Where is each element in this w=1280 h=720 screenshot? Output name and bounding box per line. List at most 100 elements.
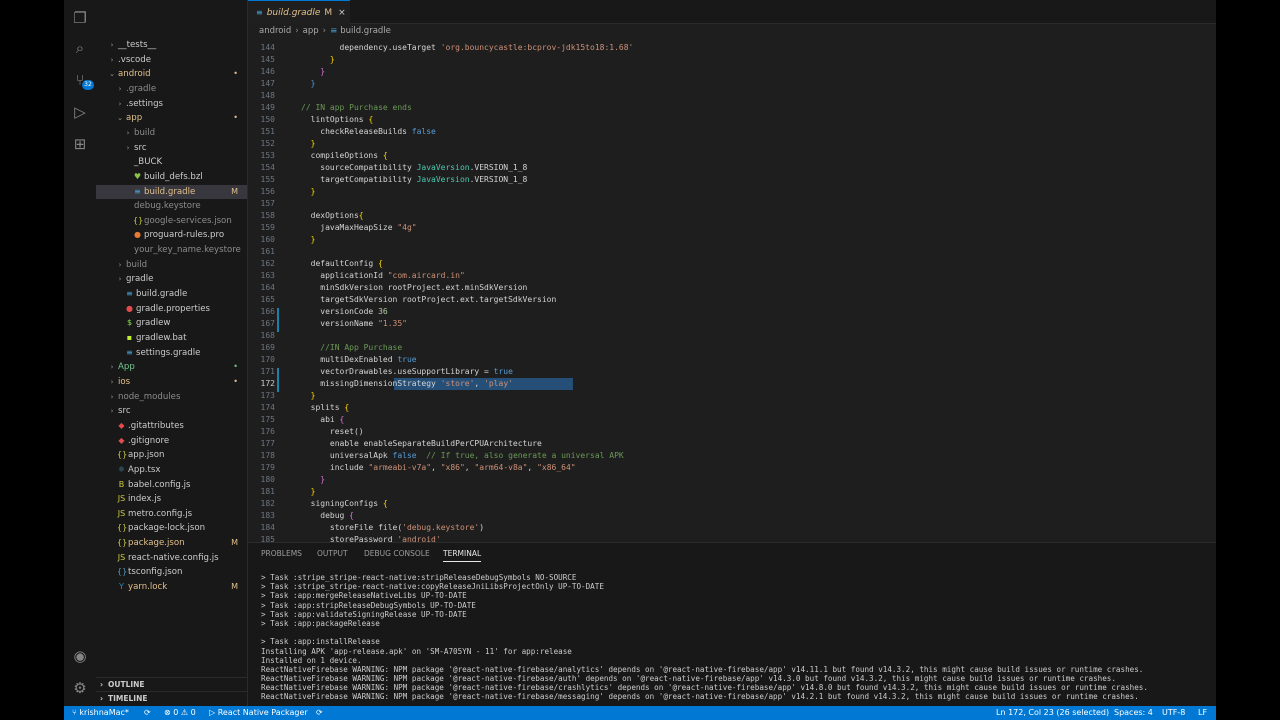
account-icon[interactable]: ◉ <box>70 646 90 666</box>
tree-item[interactable]: › App • <box>96 360 247 375</box>
warning-count: 0 <box>190 708 196 717</box>
tree-item[interactable]: › build <box>96 126 247 141</box>
line-number: 185 <box>260 535 275 542</box>
line-number: 173 <box>260 391 275 400</box>
tree-item[interactable]: JS metro.config.js <box>96 507 247 522</box>
code-text: dexOptions{ <box>301 211 364 220</box>
code-line: 150 lintOptions { <box>248 114 1216 126</box>
branch-status[interactable]: ⑂ krishnaMac* <box>72 706 129 720</box>
line-number: 166 <box>260 307 275 316</box>
tree-item[interactable]: ≡ build.gradle M <box>96 184 247 200</box>
tree-item[interactable]: ● proguard-rules.pro <box>96 228 247 243</box>
tree-item[interactable]: ▪ gradlew.bat <box>96 331 247 346</box>
tree-item[interactable]: {} package-lock.json <box>96 521 247 536</box>
code-text: } <box>301 79 316 88</box>
chevron-right-icon: › <box>110 377 114 386</box>
tree-item[interactable]: › build <box>96 258 247 273</box>
line-number: 181 <box>260 487 275 496</box>
refresh-icon[interactable]: ⟳ <box>316 706 323 720</box>
tab-terminal[interactable]: TERMINAL <box>443 549 482 562</box>
source-control-icon[interactable]: ⑂ 32 <box>70 70 94 90</box>
breadcrumb-item[interactable]: app <box>303 26 319 36</box>
code-line: 156 } <box>248 186 1216 198</box>
panel-tabs: PROBLEMS OUTPUT DEBUG CONSOLE TERMINAL <box>248 543 1216 565</box>
tree-item[interactable]: › __tests__ <box>96 38 247 53</box>
tree-item[interactable]: your_key_name.keystore <box>96 243 247 258</box>
file-type-icon: JS <box>117 508 126 518</box>
tab-build-gradle[interactable]: ≡ build.gradle M × <box>248 0 350 24</box>
settings-gear-icon[interactable]: ⚙ <box>70 678 90 698</box>
tree-item[interactable]: › .gradle <box>96 82 247 97</box>
code-line: 180 } <box>248 474 1216 486</box>
tree-item[interactable]: {} app.json <box>96 448 247 463</box>
tab-output[interactable]: OUTPUT <box>317 549 348 558</box>
tab-debug-console[interactable]: DEBUG CONSOLE <box>364 549 430 558</box>
tree-item[interactable]: ≡ build.gradle <box>96 287 247 302</box>
problems-status[interactable]: ⊗ 0 ⚠ 0 <box>164 706 196 720</box>
git-status-badge: • <box>233 113 238 123</box>
close-icon[interactable]: × <box>338 8 346 18</box>
cursor-position[interactable]: Ln 172, Col 23 (26 selected) <box>996 706 1109 720</box>
tree-item[interactable]: › .settings <box>96 97 247 112</box>
chevron-right-icon: › <box>126 143 130 152</box>
file-type-icon: ◆ <box>118 420 125 430</box>
line-number: 178 <box>260 451 275 460</box>
file-type-icon: ▪ <box>126 333 133 342</box>
encoding[interactable]: UTF-8 <box>1162 706 1185 720</box>
timeline-section[interactable]: › TIMELINE <box>96 691 247 705</box>
code-text: } <box>301 67 326 76</box>
tree-item[interactable]: {} google-services.json <box>96 214 247 229</box>
terminal-line: ReactNativeFirebase WARNING: NPM package… <box>261 692 1139 702</box>
line-endings[interactable]: LF <box>1198 706 1207 720</box>
code-line: 145 } <box>248 54 1216 66</box>
tree-item[interactable]: ◆ .gitignore <box>96 434 247 449</box>
code-line: 167 versionName "1.35" <box>248 318 1216 330</box>
search-icon[interactable]: ⌕ <box>70 38 90 58</box>
packager-status[interactable]: ▷ React Native Packager <box>209 706 308 720</box>
tree-item-label: gradle.properties <box>136 303 210 314</box>
code-text: vectorDrawables.useSupportLibrary = true <box>301 367 513 376</box>
run-debug-icon[interactable]: ▷ <box>70 102 90 122</box>
terminal-line: ReactNativeFirebase WARNING: NPM package… <box>261 683 1148 693</box>
line-number: 152 <box>260 139 275 148</box>
branch-label: krishnaMac* <box>79 708 129 717</box>
extensions-icon[interactable]: ⊞ <box>70 134 90 154</box>
terminal-output[interactable]: > Task :stripe_stripe-react-native:strip… <box>261 573 1211 702</box>
outline-section[interactable]: › OUTLINE <box>96 677 247 691</box>
tree-item[interactable]: {} package.json M <box>96 536 247 551</box>
file-type-icon: JS <box>117 552 126 562</box>
tree-item[interactable]: $ gradlew <box>96 316 247 331</box>
code-editor[interactable]: 144 dependency.useTarget 'org.bouncycast… <box>248 38 1216 542</box>
tree-item[interactable]: ⌄ app • <box>96 111 247 126</box>
tree-item[interactable]: › src <box>96 404 247 419</box>
tree-item[interactable]: ◆ .gitattributes <box>96 419 247 434</box>
tree-item[interactable]: JS index.js <box>96 492 247 507</box>
tree-item[interactable]: › ios • <box>96 375 247 390</box>
tree-item[interactable]: debug.keystore <box>96 199 247 214</box>
tab-problems[interactable]: PROBLEMS <box>261 549 302 558</box>
indentation[interactable]: Spaces: 4 <box>1114 706 1153 720</box>
error-count: 0 <box>173 708 179 717</box>
tree-item[interactable]: › gradle <box>96 272 247 287</box>
tree-item[interactable]: ≡ settings.gradle <box>96 346 247 361</box>
tree-item[interactable]: Bbabel.config.js <box>96 478 247 493</box>
tree-item[interactable]: › node_modules <box>96 390 247 405</box>
git-status-badge: • <box>233 376 238 386</box>
tree-item[interactable]: Yyarn.lock M <box>96 580 247 595</box>
breadcrumb-item[interactable]: android <box>259 26 291 36</box>
explorer-icon[interactable]: ❐ <box>70 8 90 28</box>
tree-item[interactable]: › src <box>96 141 247 156</box>
tree-item[interactable]: ♥ build_defs.bzl <box>96 170 247 185</box>
tree-item[interactable]: JS react-native.config.js <box>96 551 247 566</box>
breadcrumb-item[interactable]: build.gradle <box>340 26 391 36</box>
tree-item-label: _BUCK <box>134 157 163 168</box>
tree-item[interactable]: ⌄ android • <box>96 67 247 82</box>
tree-item[interactable]: › .vscode <box>96 53 247 68</box>
tree-item[interactable]: ● gradle.properties <box>96 302 247 317</box>
tree-item[interactable]: ⚛ App.tsx <box>96 463 247 478</box>
sync-icon[interactable]: ⟳ <box>144 706 151 720</box>
tree-item[interactable]: {} tsconfig.json <box>96 565 247 580</box>
tree-item-label: tsconfig.json <box>128 567 183 578</box>
tree-item-label: proguard-rules.pro <box>144 230 225 241</box>
tree-item[interactable]: _BUCK <box>96 155 247 170</box>
